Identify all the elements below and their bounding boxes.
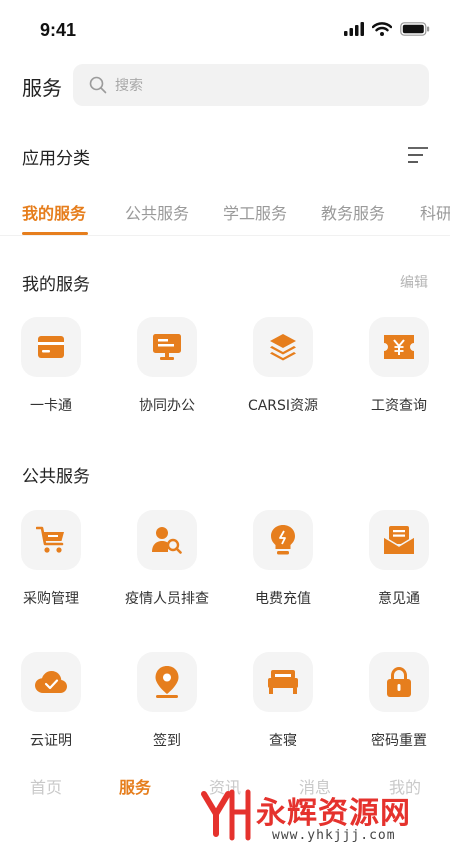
service-campus-card[interactable]: 一卡通 bbox=[0, 317, 106, 427]
tab-student-affairs[interactable]: 学工服务 bbox=[223, 200, 287, 224]
service-carsi[interactable]: CARSI资源 bbox=[228, 317, 338, 427]
service-check-in[interactable]: 签到 bbox=[112, 652, 222, 762]
tab-public-services[interactable]: 公共服务 bbox=[125, 200, 189, 224]
service-tile bbox=[137, 317, 197, 377]
service-cloud-certificate[interactable]: 云证明 bbox=[0, 652, 106, 762]
search-icon bbox=[89, 76, 107, 94]
page-title: 服务 bbox=[22, 76, 62, 100]
mail-icon bbox=[384, 526, 414, 554]
edit-button[interactable]: 编辑 bbox=[400, 272, 428, 292]
cloud-check-icon bbox=[35, 671, 67, 693]
lock-icon bbox=[387, 667, 411, 697]
service-label: 工资查询 bbox=[371, 398, 427, 414]
service-electricity[interactable]: 电费充值 bbox=[228, 510, 338, 620]
service-office[interactable]: 协同办公 bbox=[112, 317, 222, 427]
tab-underline bbox=[22, 232, 88, 235]
service-password-reset[interactable]: 密码重置 bbox=[344, 652, 450, 762]
service-label: 意见通 bbox=[378, 591, 420, 607]
header: 服务 搜索 bbox=[0, 62, 450, 108]
tabbar-services[interactable]: 服务 bbox=[119, 774, 151, 798]
location-pin-icon bbox=[155, 666, 179, 698]
tab-research[interactable]: 科研 bbox=[420, 200, 450, 224]
person-search-icon bbox=[152, 527, 182, 554]
service-epidemic-check[interactable]: 疫情人员排查 bbox=[112, 510, 222, 620]
service-feedback[interactable]: 意见通 bbox=[344, 510, 450, 620]
service-tile bbox=[21, 652, 81, 712]
cart-icon bbox=[36, 526, 64, 553]
service-tile bbox=[369, 317, 429, 377]
status-icons bbox=[344, 22, 430, 36]
watermark: 永辉资源网 www.yhkjjj.com bbox=[198, 788, 438, 844]
category-title: 应用分类 bbox=[22, 149, 90, 169]
tab-academic-affairs[interactable]: 教务服务 bbox=[321, 200, 385, 224]
service-tile bbox=[21, 510, 81, 570]
status-bar: 9:41 bbox=[0, 0, 450, 60]
service-tile bbox=[369, 652, 429, 712]
sort-icon[interactable] bbox=[408, 146, 428, 164]
watermark-text: 永辉资源网 bbox=[256, 796, 411, 831]
service-dorm-check[interactable]: 查寝 bbox=[228, 652, 338, 762]
watermark-url: www.yhkjjj.com bbox=[272, 828, 396, 843]
public-services-title: 公共服务 bbox=[22, 467, 90, 487]
service-label: CARSI资源 bbox=[247, 398, 319, 414]
service-label: 密码重置 bbox=[371, 733, 427, 749]
lightbulb-icon bbox=[271, 525, 295, 555]
service-label: 疫情人员排查 bbox=[125, 591, 209, 607]
tab-my-services[interactable]: 我的服务 bbox=[22, 200, 86, 224]
service-label: 一卡通 bbox=[30, 398, 72, 414]
category-tabs: 我的服务 公共服务 学工服务 教务服务 科研 bbox=[0, 190, 450, 236]
wifi-icon bbox=[372, 22, 392, 36]
search-input[interactable]: 搜索 bbox=[73, 64, 429, 106]
service-tile bbox=[369, 510, 429, 570]
service-tile bbox=[137, 510, 197, 570]
service-procurement[interactable]: 采购管理 bbox=[0, 510, 106, 620]
monitor-icon bbox=[153, 334, 181, 360]
my-services-title: 我的服务 bbox=[22, 275, 90, 295]
service-tile bbox=[21, 317, 81, 377]
service-label: 协同办公 bbox=[139, 398, 195, 414]
tabbar-home[interactable]: 首页 bbox=[30, 774, 62, 798]
service-label: 签到 bbox=[153, 733, 181, 749]
bed-icon bbox=[268, 670, 298, 694]
search-placeholder: 搜索 bbox=[115, 78, 143, 94]
service-tile bbox=[253, 652, 313, 712]
service-label: 云证明 bbox=[30, 733, 72, 749]
signal-icon bbox=[344, 22, 364, 36]
service-label: 采购管理 bbox=[23, 591, 79, 607]
battery-icon bbox=[400, 22, 430, 36]
service-tile bbox=[253, 510, 313, 570]
service-tile bbox=[137, 652, 197, 712]
service-salary[interactable]: 工资查询 bbox=[344, 317, 450, 427]
status-time: 9:41 bbox=[40, 20, 77, 40]
service-label: 电费充值 bbox=[255, 591, 311, 607]
card-icon bbox=[38, 336, 64, 358]
service-label: 查寝 bbox=[269, 733, 297, 749]
watermark-logo-icon bbox=[201, 789, 251, 841]
category-header: 应用分类 bbox=[0, 138, 450, 174]
service-tile bbox=[253, 317, 313, 377]
yuan-ticket-icon bbox=[384, 335, 414, 359]
layers-icon bbox=[270, 334, 296, 361]
